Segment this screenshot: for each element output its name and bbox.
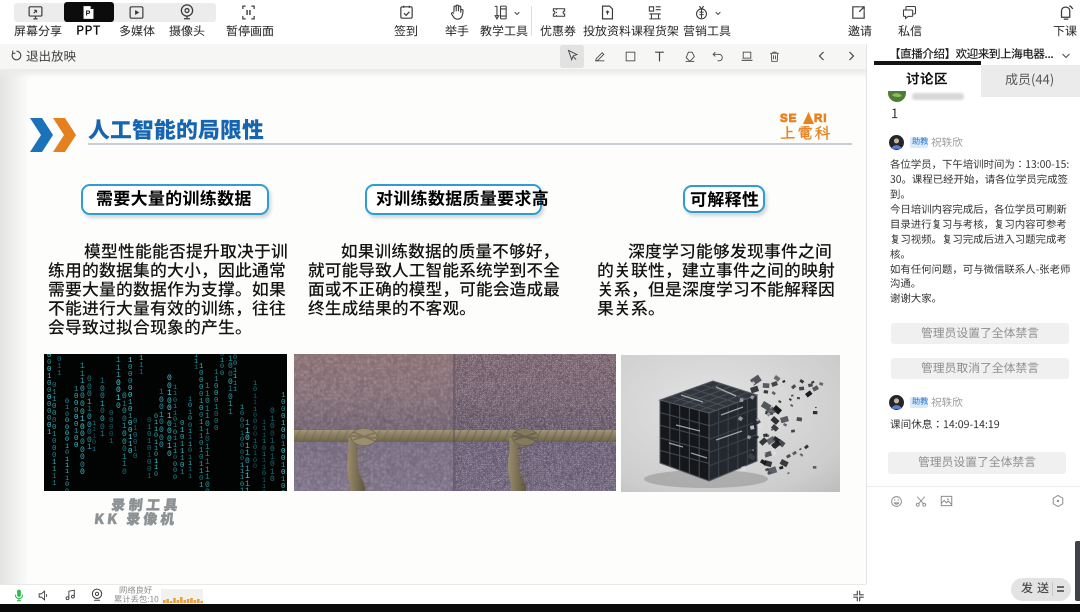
svg-text:1: 1 bbox=[262, 489, 266, 491]
svg-text:0: 0 bbox=[133, 453, 137, 461]
svg-text:1: 1 bbox=[180, 469, 185, 477]
svg-text:0: 0 bbox=[122, 468, 127, 477]
svg-text:1: 1 bbox=[194, 364, 198, 372]
svg-text:0: 0 bbox=[205, 488, 210, 491]
svg-text:1: 1 bbox=[199, 482, 204, 490]
svg-text:1: 1 bbox=[139, 369, 144, 377]
svg-text:0: 0 bbox=[167, 450, 172, 459]
svg-text:1: 1 bbox=[92, 446, 96, 454]
svg-text:0: 0 bbox=[116, 402, 121, 411]
svg-text:1: 1 bbox=[228, 408, 233, 417]
svg-text:0: 0 bbox=[281, 490, 285, 491]
svg-text:1: 1 bbox=[233, 386, 237, 394]
svg-text:0: 0 bbox=[128, 448, 132, 456]
svg-text:0: 0 bbox=[154, 471, 158, 479]
svg-text:0: 0 bbox=[65, 488, 69, 491]
svg-text:0: 0 bbox=[80, 468, 85, 477]
svg-text:1: 1 bbox=[245, 487, 250, 491]
svg-text:1: 1 bbox=[100, 430, 105, 439]
svg-text:1: 1 bbox=[147, 473, 152, 481]
svg-text:1: 1 bbox=[52, 480, 57, 488]
svg-text:1: 1 bbox=[240, 487, 244, 491]
svg-text:0: 0 bbox=[159, 441, 164, 450]
svg-text:1: 1 bbox=[188, 473, 192, 481]
svg-text:0: 0 bbox=[173, 474, 177, 482]
svg-text:0: 0 bbox=[214, 425, 218, 433]
svg-text:0: 0 bbox=[220, 370, 224, 378]
svg-text:0: 0 bbox=[253, 463, 257, 471]
svg-text:0: 0 bbox=[74, 442, 78, 450]
svg-text:1: 1 bbox=[57, 370, 62, 378]
svg-text:0: 0 bbox=[270, 475, 275, 484]
svg-text:1: 1 bbox=[109, 438, 114, 446]
svg-text:P: P bbox=[86, 9, 91, 17]
